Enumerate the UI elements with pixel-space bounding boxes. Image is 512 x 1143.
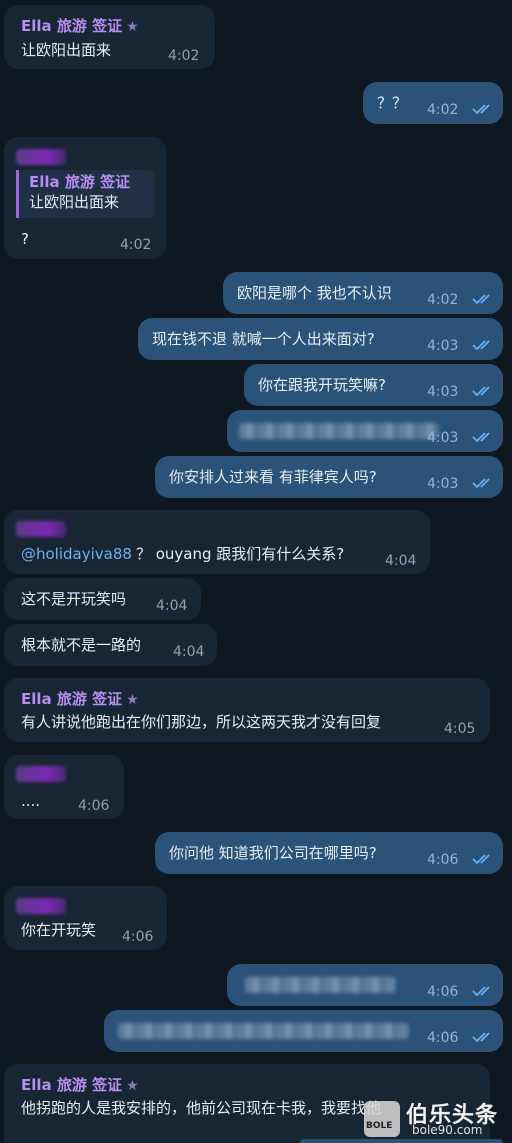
- message-text: 现在钱不退 就喊一个人出来面对?: [152, 330, 375, 348]
- sender-name-text: Ella 旅游 签证: [21, 690, 123, 708]
- message-time: 4:02: [168, 48, 200, 64]
- user-mention[interactable]: @holidayiva88: [21, 545, 132, 563]
- message-outgoing[interactable]: 你安排人过来看 有菲律宾人吗? 4:03: [155, 456, 503, 498]
- double-check-icon: [472, 294, 490, 305]
- message-time: 4:06: [427, 984, 459, 1000]
- message-time: 4:02: [427, 102, 459, 118]
- message-time: 4:03: [427, 338, 459, 354]
- sender-name-text: Ella 旅游 签证: [21, 17, 123, 35]
- message-incoming[interactable]: @holidayiva88？ ouyang 跟我们有什么关系? 4:04: [4, 510, 430, 574]
- message-time: 4:06: [427, 852, 459, 868]
- message-incoming[interactable]: 你在开玩笑 4:06: [4, 886, 167, 950]
- message-time: 4:03: [427, 476, 459, 492]
- message-outgoing[interactable]: 4:03: [227, 410, 503, 452]
- redacted-text: [239, 423, 439, 439]
- message-text: 让欧阳出面来: [21, 41, 112, 59]
- star-icon: ★: [126, 692, 139, 708]
- message-outgoing[interactable]: 你在跟我开玩笑嘛? 4:03: [244, 364, 503, 406]
- message-text: 这不是开玩笑吗: [21, 590, 127, 608]
- message-outgoing[interactable]: 你问他 知道我们公司在哪里吗? 4:06: [155, 832, 503, 874]
- message-text: 有人讲说他跑出在你们那边，所以这两天我才没有回复: [21, 713, 382, 731]
- message-text: 你问他 知道我们公司在哪里吗?: [169, 844, 377, 862]
- message-time: 4:06: [122, 929, 154, 945]
- double-check-icon: [472, 986, 490, 997]
- message-outgoing[interactable]: 现在钱不退 就喊一个人出来面对? 4:03: [138, 318, 503, 360]
- watermark-logo-icon: BOLE: [364, 1101, 400, 1137]
- message-text: ....: [21, 792, 41, 810]
- watermark-url: bole90.com: [412, 1123, 483, 1137]
- watermark-badge: BOLE: [366, 1121, 393, 1131]
- double-check-icon: [472, 432, 490, 443]
- message-outgoing[interactable]: 欧阳是哪个 我也不认识 4:02: [223, 272, 503, 314]
- message-time: 4:06: [427, 1030, 459, 1046]
- redacted-sender-name: [16, 149, 66, 165]
- quote-sender-name: Ella 旅游 签证: [29, 173, 131, 191]
- message-text: ?: [21, 230, 29, 248]
- double-check-icon: [472, 104, 490, 115]
- reply-quote[interactable]: Ella 旅游 签证 让欧阳出面来: [16, 170, 155, 218]
- message-time: 4:06: [78, 798, 110, 814]
- message-incoming[interactable]: 这不是开玩笑吗 4:04: [4, 578, 201, 620]
- message-incoming[interactable]: Ella 旅游 签证 ★ 让欧阳出面来 4:02: [4, 5, 215, 69]
- redacted-text: [245, 977, 395, 993]
- sender-name[interactable]: Ella 旅游 签证 ★: [21, 689, 139, 710]
- redacted-sender-name: [16, 766, 66, 782]
- message-text: 你在开玩笑: [21, 921, 97, 939]
- message-text: 欧阳是哪个 我也不认识: [237, 284, 392, 302]
- message-text: 他拐跑的人是我安排的，他前公司现在卡我，我要找他: [21, 1099, 382, 1117]
- double-check-icon: [472, 386, 490, 397]
- message-outgoing[interactable]: 4:06: [227, 964, 503, 1006]
- message-time: 4:03: [427, 384, 459, 400]
- message-text: 你在跟我开玩笑嘛?: [258, 376, 386, 394]
- message-time: 4:04: [156, 598, 188, 614]
- message-text-body: ？ ouyang 跟我们有什么关系?: [135, 545, 345, 563]
- message-text: @holidayiva88？ ouyang 跟我们有什么关系?: [21, 544, 344, 564]
- message-incoming[interactable]: 根本就不是一路的 4:04: [4, 624, 217, 666]
- double-check-icon: [472, 1032, 490, 1043]
- redacted-sender-name: [16, 898, 66, 914]
- message-time: 4:04: [173, 644, 205, 660]
- sender-name[interactable]: Ella 旅游 签证 ★: [21, 16, 139, 37]
- message-incoming[interactable]: Ella 旅游 签证 ★ 有人讲说他跑出在你们那边，所以这两天我才没有回复 4:0…: [4, 678, 490, 742]
- message-text: ？？: [377, 94, 408, 112]
- sender-name[interactable]: Ella 旅游 签证 ★: [21, 1075, 139, 1096]
- message-incoming[interactable]: Ella 旅游 签证 让欧阳出面来 ? 4:02: [4, 137, 166, 259]
- double-check-icon: [472, 478, 490, 489]
- message-outgoing[interactable]: ？？ 4:02: [363, 82, 503, 124]
- star-icon: ★: [126, 1078, 139, 1094]
- sender-name-text: Ella 旅游 签证: [21, 1076, 123, 1094]
- message-incoming[interactable]: .... 4:06: [4, 755, 124, 819]
- redacted-sender-name: [16, 521, 66, 537]
- double-check-icon: [472, 854, 490, 865]
- redacted-text: [118, 1023, 408, 1039]
- message-time: 4:04: [385, 553, 417, 569]
- message-time: 4:03: [427, 430, 459, 446]
- message-time: 4:02: [120, 237, 152, 253]
- message-text: 你安排人过来看 有菲律宾人吗?: [169, 468, 377, 486]
- watermark: BOLE 伯乐头条 bole90.com: [364, 1099, 504, 1141]
- message-text: 根本就不是一路的: [21, 636, 142, 654]
- star-icon: ★: [126, 19, 139, 35]
- message-time: 4:02: [427, 292, 459, 308]
- quote-text: 让欧阳出面来: [29, 193, 120, 211]
- double-check-icon: [472, 340, 490, 351]
- message-outgoing[interactable]: 4:06: [104, 1010, 503, 1052]
- message-time: 4:05: [444, 721, 476, 737]
